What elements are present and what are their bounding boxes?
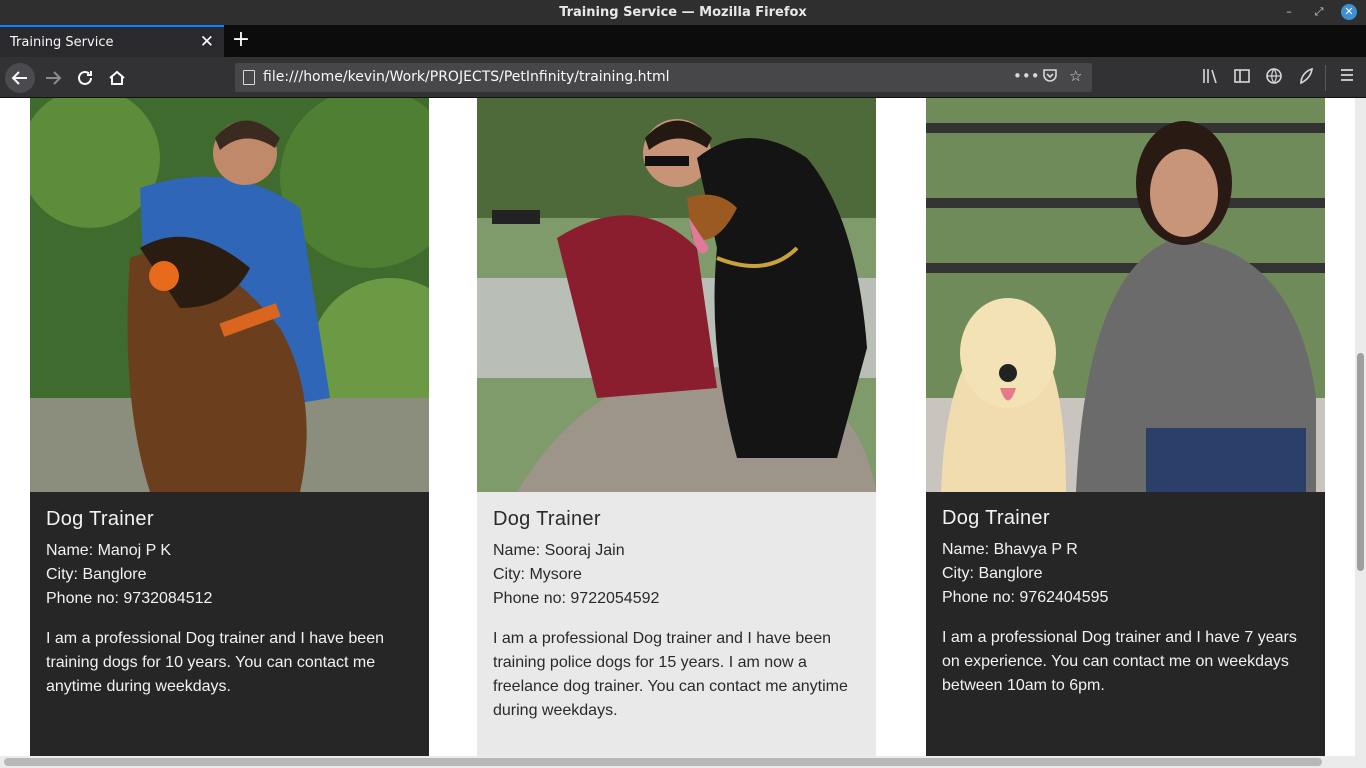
page-actions-icon[interactable]: ••• [1013, 67, 1040, 85]
reload-icon [78, 70, 92, 85]
new-tab-button[interactable]: + [230, 27, 252, 53]
trainer-role: Dog Trainer [942, 507, 1050, 529]
vertical-scrollbar[interactable] [1355, 98, 1366, 756]
globe-icon[interactable] [1265, 67, 1283, 89]
trainer-card: Dog Trainer Name: Manoj P K City: Banglo… [30, 98, 429, 756]
page-icon [243, 70, 255, 85]
forward-button[interactable] [38, 63, 68, 93]
sidebar-icon[interactable] [1233, 67, 1251, 89]
reload-button[interactable] [70, 63, 100, 93]
trainer-phone: Phone no: 9762404595 [942, 589, 1109, 606]
trainer-info: Dog Trainer Name: Manoj P K City: Banglo… [46, 508, 416, 699]
tab-label: Training Service [10, 35, 114, 50]
tab-training-service[interactable]: Training Service ✕ [0, 25, 224, 57]
extension-icon[interactable] [1297, 67, 1315, 89]
trainer-city: City: Mysore [493, 566, 582, 583]
home-button[interactable] [102, 63, 132, 93]
maximize-icon[interactable]: ⤢ [1311, 4, 1327, 20]
trainer-name: Name: Manoj P K [46, 542, 172, 559]
trainer-info: Dog Trainer Name: Bhavya P R City: Bangl… [942, 507, 1312, 698]
trainer-bio: I am a professional Dog trainer and I ha… [493, 630, 848, 719]
back-arrow-icon [11, 71, 27, 85]
trainer-city: City: Banglore [942, 565, 1043, 582]
trainer-city: City: Banglore [46, 566, 147, 583]
trainer-photo [30, 98, 429, 492]
horizontal-scrollbar[interactable] [0, 756, 1366, 768]
trainer-role: Dog Trainer [46, 508, 154, 530]
vertical-scrollbar-thumb[interactable] [1357, 353, 1364, 571]
window-title: Training Service — Mozilla Firefox [559, 5, 807, 20]
navigation-bar: file:///home/kevin/Work/PROJECTS/PetInfi… [0, 57, 1366, 98]
trainer-name: Name: Sooraj Jain [493, 542, 625, 559]
close-window-icon[interactable]: ✕ [1341, 4, 1357, 20]
window-titlebar: Training Service — Mozilla Firefox – ⤢ ✕ [0, 0, 1366, 25]
trainer-card: Dog Trainer Name: Bhavya P R City: Bangl… [926, 98, 1325, 756]
url-bar[interactable]: file:///home/kevin/Work/PROJECTS/PetInfi… [235, 63, 1092, 92]
library-icon[interactable] [1201, 67, 1219, 89]
home-icon [109, 70, 125, 85]
trainer-name: Name: Bhavya P R [942, 541, 1078, 558]
page-content: Dog Trainer Name: Manoj P K City: Banglo… [0, 98, 1355, 756]
url-text[interactable]: file:///home/kevin/Work/PROJECTS/PetInfi… [263, 69, 670, 85]
minimize-icon[interactable]: – [1281, 4, 1297, 20]
trainer-role: Dog Trainer [493, 508, 601, 530]
trainer-phone: Phone no: 9732084512 [46, 590, 213, 607]
back-button[interactable] [5, 63, 35, 93]
toolbar-separator [1325, 65, 1326, 91]
tab-close-icon[interactable]: ✕ [200, 32, 214, 52]
trainer-phone: Phone no: 9722054592 [493, 590, 660, 607]
trainer-photo [477, 98, 876, 492]
trainer-info: Dog Trainer Name: Sooraj Jain City: Myso… [493, 508, 863, 723]
forward-arrow-icon [46, 71, 62, 85]
trainer-bio: I am a professional Dog trainer and I ha… [46, 630, 384, 695]
tab-strip: Training Service ✕ + [0, 25, 1366, 57]
horizontal-scrollbar-thumb[interactable] [4, 758, 1322, 766]
hamburger-menu-icon[interactable] [1339, 67, 1355, 87]
trainer-card: Dog Trainer Name: Sooraj Jain City: Myso… [477, 98, 876, 756]
trainer-bio: I am a professional Dog trainer and I ha… [942, 629, 1297, 694]
trainer-photo [926, 98, 1325, 492]
bookmark-star-icon[interactable]: ☆ [1069, 67, 1082, 85]
pocket-icon[interactable] [1042, 67, 1058, 87]
